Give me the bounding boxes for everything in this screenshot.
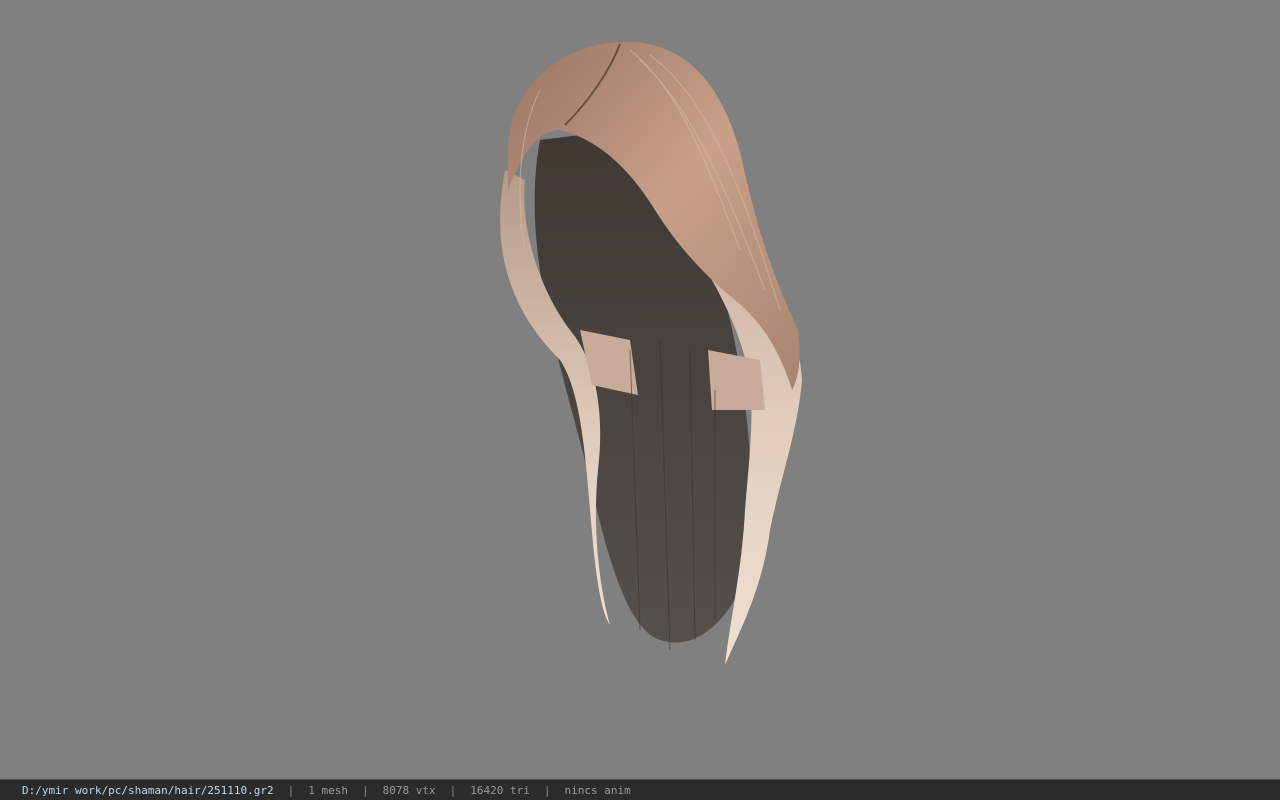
separator: | — [449, 783, 457, 797]
status-bar: D:/ymir work/pc/shaman/hair/251110.gr2 |… — [0, 779, 1280, 800]
vertex-count: 8078 vtx — [382, 783, 436, 797]
hair-model[interactable] — [480, 30, 820, 680]
mesh-count: 1 mesh — [308, 783, 349, 797]
separator: | — [287, 783, 295, 797]
separator: | — [543, 783, 551, 797]
animation-status: nincs anim — [564, 783, 631, 797]
file-path: D:/ymir work/pc/shaman/hair/251110.gr2 — [22, 783, 274, 797]
triangle-count: 16420 tri — [470, 783, 530, 797]
separator: | — [362, 783, 369, 797]
3d-viewport[interactable] — [0, 0, 1280, 779]
